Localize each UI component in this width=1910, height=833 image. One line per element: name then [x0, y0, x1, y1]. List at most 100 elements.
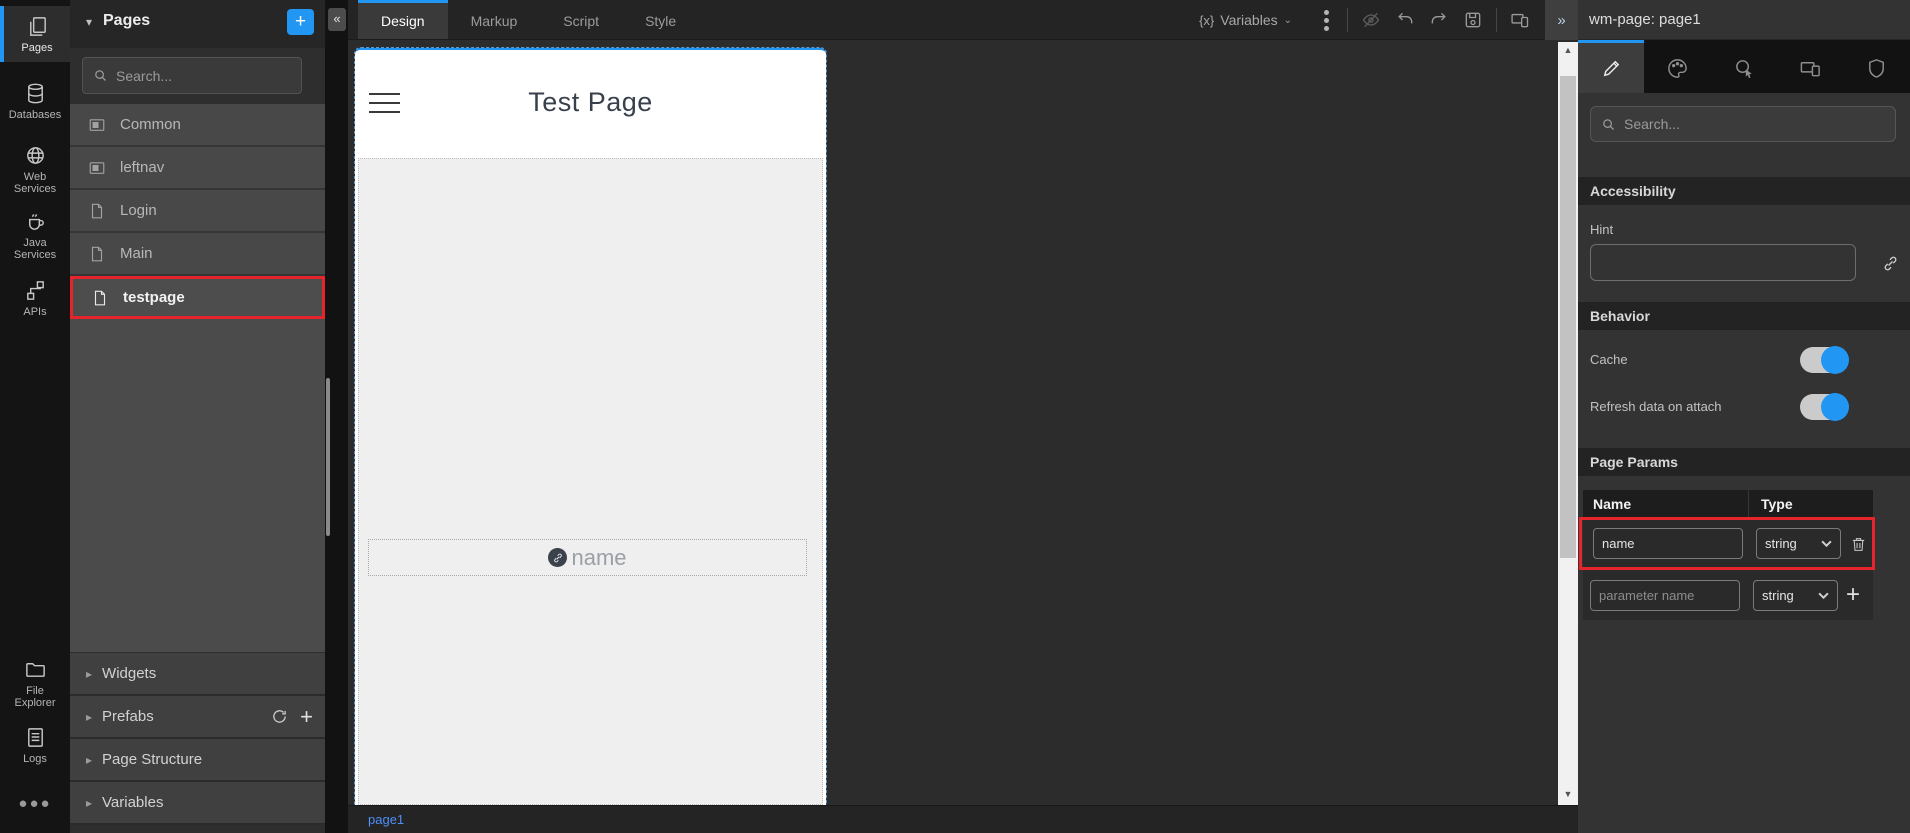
collapse-panel-button[interactable]: « [328, 8, 346, 31]
rail-label: Logs [23, 753, 47, 765]
accordion-variables[interactable]: ▸ Variables [70, 782, 325, 825]
caret-right-icon: ▸ [86, 753, 92, 767]
page-params-table: Name Type string string + [1583, 490, 1873, 620]
bind-property-button[interactable] [1881, 254, 1900, 278]
api-icon [24, 279, 47, 302]
tab-security[interactable] [1844, 40, 1910, 93]
page-item-main[interactable]: Main [70, 233, 325, 276]
param-type-value: string [1762, 588, 1794, 603]
scroll-up-arrow-icon[interactable]: ▲ [1558, 42, 1578, 59]
rail-item-databases[interactable]: Databases [0, 74, 70, 128]
rail-label: JavaServices [14, 237, 56, 261]
caret-right-icon: ▸ [86, 796, 92, 810]
variables-dropdown[interactable]: {x} Variables ⌄ [1199, 12, 1292, 28]
globe-icon [24, 144, 47, 167]
page-icon [91, 289, 109, 307]
accordion-page-structure[interactable]: ▸ Page Structure [70, 739, 325, 782]
variables-icon: {x} [1199, 13, 1214, 28]
search-icon [1601, 117, 1616, 132]
tab-styles[interactable] [1644, 40, 1710, 93]
tab-style[interactable]: Style [622, 0, 699, 39]
inspect-icon [1733, 57, 1756, 80]
rail-label: WebServices [14, 171, 56, 195]
trash-icon [1850, 535, 1867, 553]
panel-scrollbar-thumb[interactable] [326, 378, 330, 536]
bind-link-icon [552, 552, 564, 564]
caret-right-icon: ▸ [86, 710, 92, 724]
add-prefab-button[interactable]: + [300, 708, 313, 725]
rail-item-apis[interactable]: APIs [0, 272, 70, 324]
param-name-input[interactable] [1593, 528, 1743, 559]
cache-toggle[interactable] [1800, 347, 1848, 373]
rail-item-java-services[interactable]: JavaServices [0, 204, 70, 266]
bottom-tab-page1[interactable]: page1 [368, 812, 404, 827]
label-widget[interactable]: name [368, 539, 807, 576]
rail-more-ellipsis-icon[interactable]: ●●● [0, 795, 70, 812]
page-item-login[interactable]: Login [70, 190, 325, 233]
link-icon [1881, 254, 1900, 273]
canvas-scrollbar-thumb[interactable] [1560, 76, 1576, 558]
scroll-down-arrow-icon[interactable]: ▼ [1558, 786, 1578, 803]
rail-item-logs[interactable]: Logs [0, 718, 70, 772]
column-name: Name [1583, 496, 1748, 512]
hint-input[interactable] [1590, 244, 1856, 281]
refresh-data-toggle[interactable] [1800, 394, 1848, 420]
save-button[interactable] [1456, 0, 1490, 40]
page-title: Test Page [355, 87, 826, 118]
add-param-button[interactable]: + [1846, 585, 1860, 605]
new-param-type-select[interactable]: string [1753, 580, 1838, 611]
preview-button[interactable] [1354, 0, 1388, 40]
device-preview-button[interactable] [1503, 0, 1537, 40]
page-item-leftnav[interactable]: leftnav [70, 147, 325, 190]
redo-button[interactable] [1422, 0, 1456, 40]
properties-search-input[interactable] [1624, 116, 1885, 132]
add-page-button[interactable]: + [287, 9, 314, 35]
param-type-select[interactable]: string [1756, 528, 1841, 559]
accordion-widgets[interactable]: ▸ Widgets [70, 653, 325, 696]
rail-item-file-explorer[interactable]: FileExplorer [0, 652, 70, 714]
new-param-name-input[interactable] [1590, 580, 1740, 611]
tab-markup[interactable]: Markup [448, 0, 541, 39]
main-area: Design Markup Script Style {x} Variables… [348, 0, 1578, 833]
tab-properties[interactable] [1578, 40, 1644, 93]
device-page-preview[interactable]: Test Page name [355, 48, 826, 805]
label-widget-text: name [571, 545, 626, 571]
pages-search [82, 57, 302, 94]
param-type-value: string [1765, 536, 1797, 551]
accordion-prefabs[interactable]: ▸ Prefabs + [70, 696, 325, 739]
caret-down-icon[interactable]: ▾ [86, 15, 92, 29]
page-content-area[interactable]: name [358, 158, 823, 805]
page-param-row-new: string + [1583, 570, 1873, 620]
devices-icon [1799, 57, 1822, 80]
hint-label: Hint [1590, 222, 1613, 237]
properties-panel: wm-page: page1 Accessibility Hint [1578, 0, 1910, 833]
section-accessibility: Accessibility [1578, 177, 1910, 205]
more-options-kebab-icon[interactable] [1312, 10, 1341, 31]
delete-param-button[interactable] [1850, 535, 1867, 553]
page-item-label: leftnav [120, 159, 164, 176]
page-params-header-row: Name Type [1583, 490, 1873, 517]
pages-search-input[interactable] [116, 68, 291, 84]
pages-list: Common leftnav Login Main testpage [70, 104, 325, 652]
page-item-testpage-highlighted[interactable]: testpage [70, 276, 325, 319]
tab-design[interactable]: Design [358, 0, 448, 39]
eye-off-icon [1361, 10, 1381, 30]
tab-inspect[interactable] [1711, 40, 1777, 93]
expand-panel-button[interactable]: » [1545, 0, 1578, 40]
tab-devices[interactable] [1777, 40, 1843, 93]
rail-item-web-services[interactable]: WebServices [0, 138, 70, 200]
undo-button[interactable] [1388, 0, 1422, 40]
tab-script[interactable]: Script [540, 0, 622, 39]
page-header-widget[interactable]: Test Page [355, 50, 826, 156]
chevron-down-icon: ⌄ [1284, 15, 1292, 26]
page-item-common[interactable]: Common [70, 104, 325, 147]
rail-item-pages[interactable]: Pages [0, 6, 70, 62]
editor-toolbar: Design Markup Script Style {x} Variables… [348, 0, 1578, 40]
section-behavior: Behavior [1578, 302, 1910, 330]
page-item-label: Main [120, 245, 153, 262]
canvas-scrollbar[interactable]: ▲ ▼ [1558, 42, 1578, 805]
design-canvas: Test Page name [348, 40, 1558, 805]
properties-panel-header: wm-page: page1 [1578, 0, 1910, 40]
refresh-icon[interactable] [271, 708, 288, 725]
pages-icon [26, 15, 49, 38]
